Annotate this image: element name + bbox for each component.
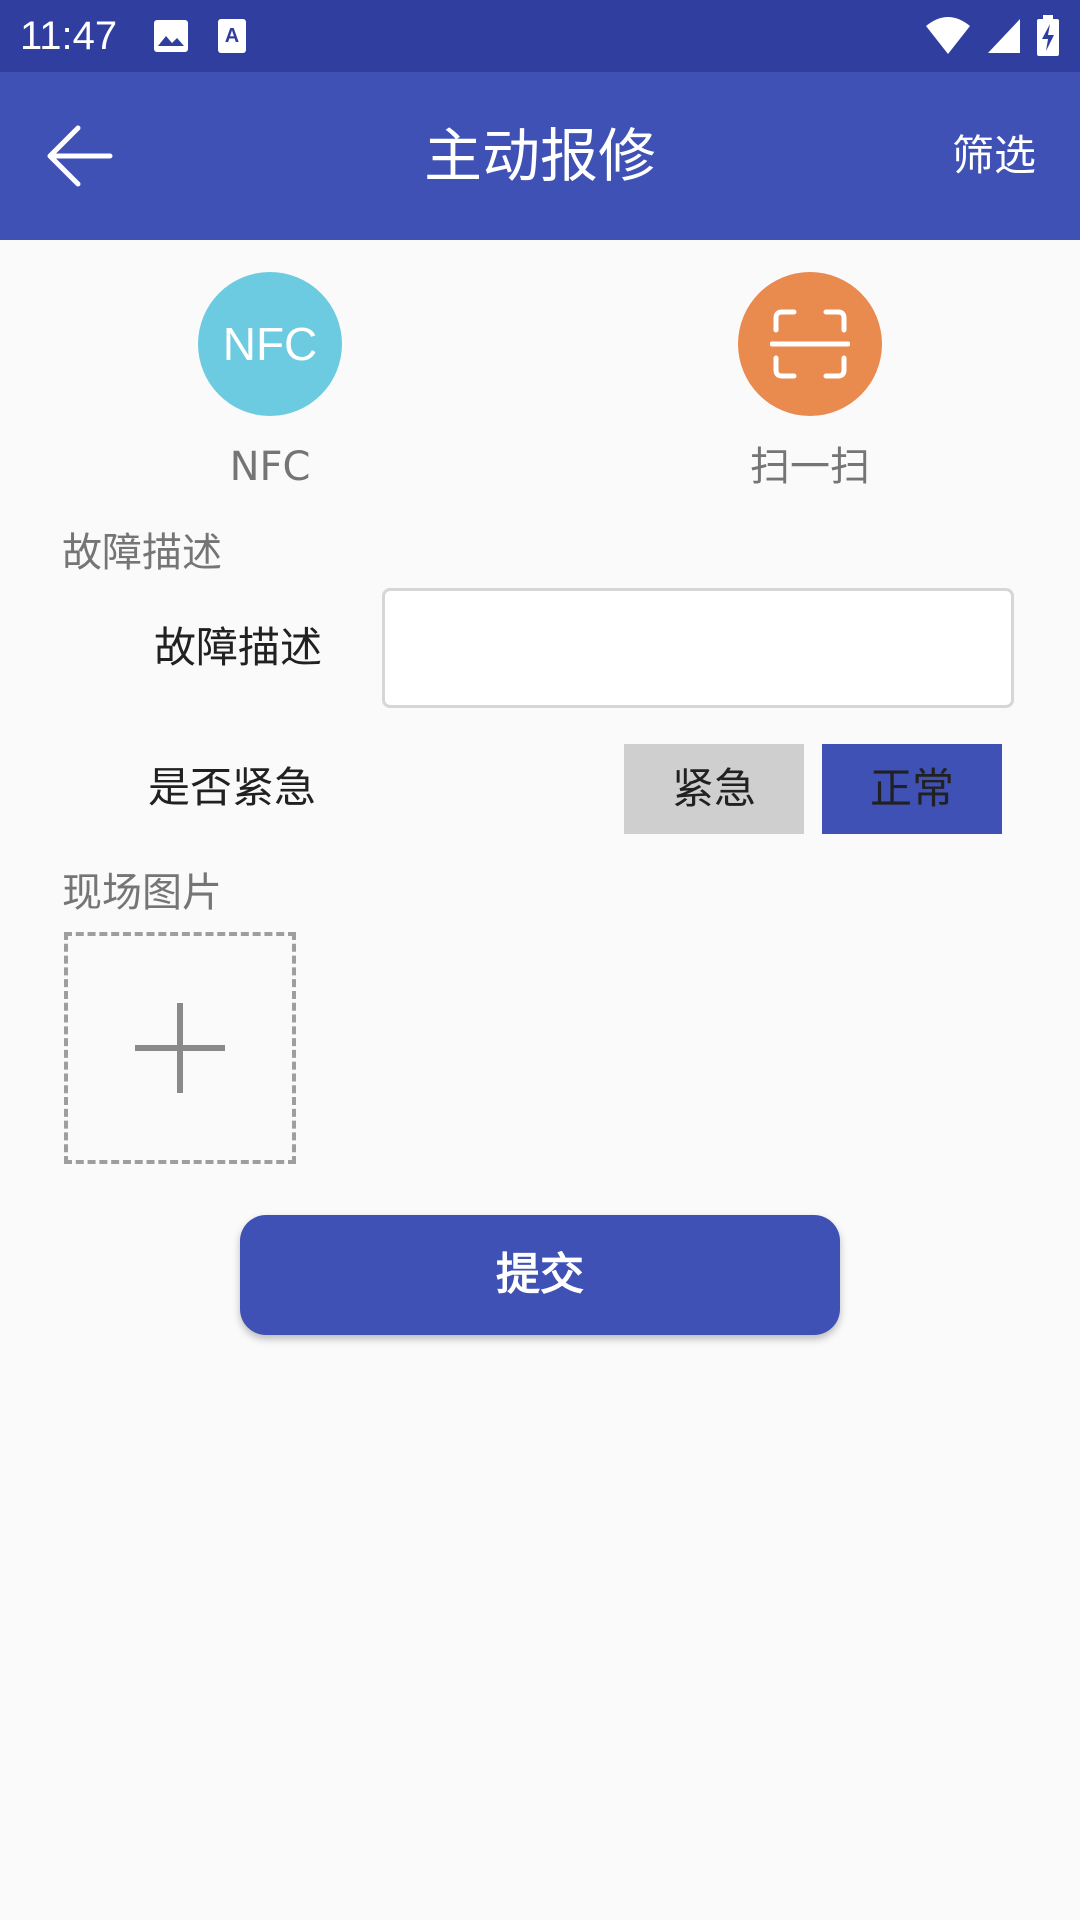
status-system-icons — [924, 15, 1060, 57]
add-photo-button[interactable] — [64, 932, 296, 1164]
signal-icon — [988, 19, 1020, 53]
fault-description-label: 故障描述 — [154, 623, 323, 672]
page-title: 主动报修 — [423, 122, 656, 190]
scan-icon — [770, 309, 850, 379]
app-bar: 主动报修 筛选 — [0, 72, 1080, 240]
urgency-label: 是否紧急 — [148, 763, 317, 812]
wifi-icon — [926, 17, 970, 54]
plus-icon — [135, 1003, 225, 1093]
urgent-toggle[interactable]: 紧急 — [624, 744, 804, 834]
scan-label: 扫一扫 — [750, 444, 870, 490]
nfc-label: NFC — [229, 444, 311, 490]
fault-section-title: 故障描述 — [62, 530, 222, 576]
nfc-action[interactable]: NFC NFC — [150, 272, 390, 492]
fault-description-input[interactable] — [382, 588, 1014, 708]
scan-icon-circle — [738, 272, 882, 416]
status-notification-icons: A — [153, 18, 247, 54]
photo-section-title: 现场图片 — [62, 870, 222, 916]
nfc-icon: NFC — [198, 272, 342, 416]
status-time: 11:47 — [20, 13, 118, 58]
battery-charging-icon — [1037, 15, 1059, 56]
normal-toggle[interactable]: 正常 — [822, 744, 1002, 834]
status-bar: 11:47 A — [0, 0, 1080, 72]
scan-action[interactable]: 扫一扫 — [690, 272, 930, 492]
submit-button[interactable]: 提交 — [240, 1215, 840, 1335]
image-icon — [154, 20, 189, 52]
svg-text:A: A — [225, 25, 239, 47]
filter-button[interactable]: 筛选 — [952, 130, 1036, 182]
a-icon: A — [218, 19, 247, 53]
